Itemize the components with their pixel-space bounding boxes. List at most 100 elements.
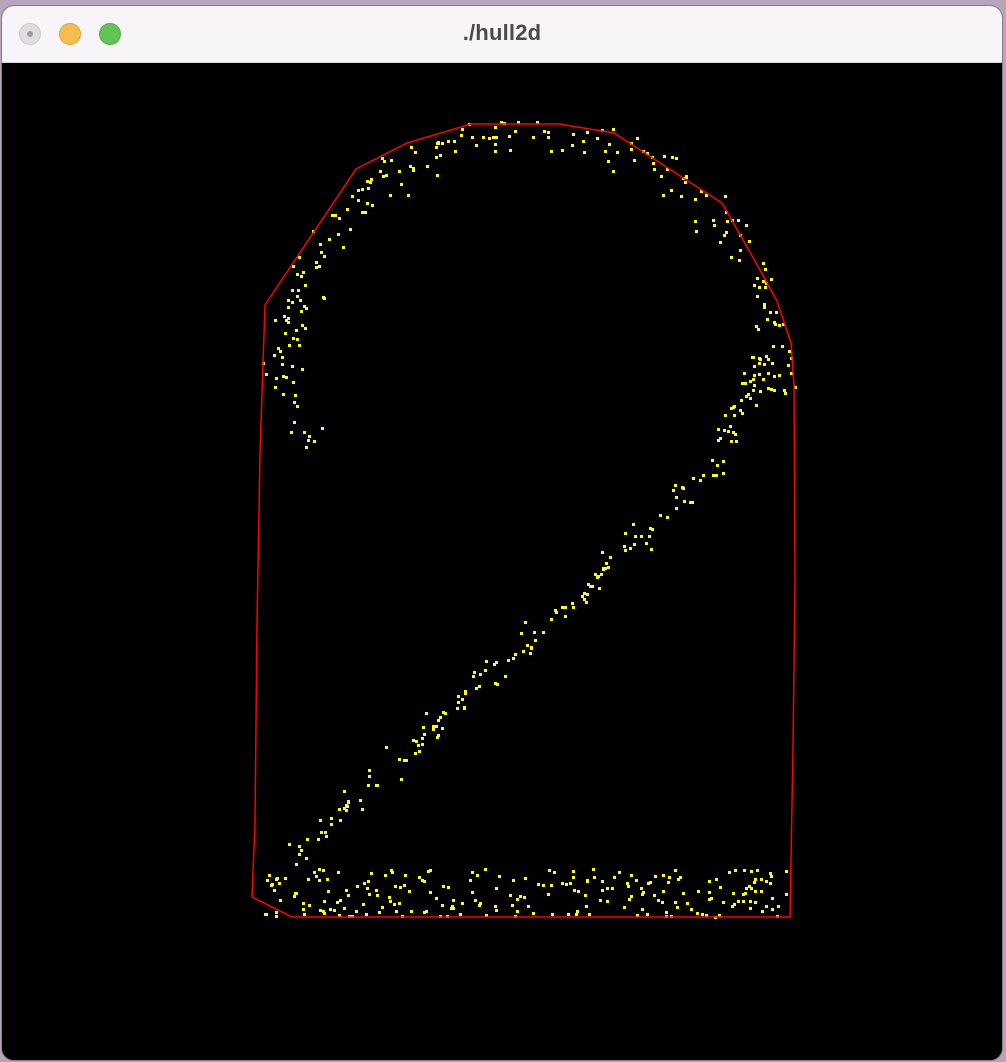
title-bar[interactable]: ./hull2d: [2, 6, 1002, 63]
data-point: [461, 698, 464, 701]
data-point: [542, 884, 545, 887]
data-point: [297, 289, 300, 292]
data-point: [607, 160, 610, 163]
data-point: [785, 893, 788, 896]
data-point: [727, 430, 730, 433]
data-point: [770, 278, 773, 281]
data-point: [650, 548, 653, 551]
data-point: [482, 136, 485, 139]
data-point: [749, 900, 752, 903]
data-point: [484, 868, 487, 871]
data-point: [436, 142, 439, 145]
data-point: [728, 871, 731, 874]
data-point: [469, 879, 472, 882]
data-point: [661, 901, 664, 904]
data-point: [602, 568, 605, 571]
data-point: [576, 910, 579, 913]
data-point: [627, 885, 630, 888]
data-point: [758, 286, 761, 289]
data-point: [508, 135, 511, 138]
data-point: [337, 871, 340, 874]
data-point: [732, 431, 735, 434]
data-point: [305, 857, 308, 860]
data-point: [765, 355, 768, 358]
data-point: [670, 189, 673, 192]
data-point: [567, 913, 570, 916]
data-point: [512, 879, 515, 882]
data-point: [295, 329, 298, 332]
data-point: [266, 879, 269, 882]
data-point: [599, 899, 602, 902]
data-point: [732, 406, 735, 409]
data-point: [715, 474, 718, 477]
data-point: [612, 170, 615, 173]
data-point: [337, 233, 340, 236]
data-point: [322, 296, 325, 299]
data-point: [583, 151, 586, 154]
data-point: [632, 523, 635, 526]
data-point: [623, 906, 626, 909]
data-point: [288, 843, 291, 846]
data-point: [672, 489, 675, 492]
data-point: [339, 899, 342, 902]
data-point: [624, 549, 627, 552]
data-point: [474, 899, 477, 902]
data-point: [400, 778, 403, 781]
data-point: [273, 354, 276, 357]
data-point: [516, 910, 519, 913]
data-point: [379, 170, 382, 173]
window-title: ./hull2d: [462, 20, 542, 45]
data-point: [410, 910, 413, 913]
data-point: [675, 157, 678, 160]
data-point: [318, 868, 321, 871]
data-point: [294, 394, 297, 397]
data-point: [592, 868, 595, 871]
data-point: [512, 657, 515, 660]
data-point: [441, 727, 444, 730]
data-point: [724, 414, 727, 417]
data-point: [281, 363, 284, 366]
data-point: [370, 872, 373, 875]
data-point: [313, 871, 316, 874]
data-point: [381, 906, 384, 909]
data-point: [765, 905, 768, 908]
data-point: [722, 472, 725, 475]
data-point: [640, 887, 643, 890]
data-point: [366, 180, 369, 183]
data-point: [485, 660, 488, 663]
data-point: [770, 875, 773, 878]
data-point: [394, 885, 397, 888]
data-point: [495, 136, 498, 139]
data-point: [296, 295, 299, 298]
data-point: [284, 332, 287, 335]
data-point: [355, 910, 358, 913]
data-point: [717, 428, 720, 431]
data-point: [719, 241, 722, 244]
data-point: [572, 876, 575, 879]
data-point: [376, 784, 379, 787]
data-point: [278, 882, 281, 885]
drawing-canvas[interactable]: [2, 63, 1002, 1060]
data-point: [398, 170, 401, 173]
data-point: [723, 234, 726, 237]
data-point: [319, 243, 322, 246]
data-point: [775, 311, 778, 314]
data-point: [270, 884, 273, 887]
data-point: [479, 673, 482, 676]
data-point: [676, 906, 679, 909]
data-point: [417, 744, 420, 747]
data-point: [365, 913, 368, 916]
data-point: [345, 804, 348, 807]
data-point: [398, 758, 401, 761]
data-point: [461, 128, 464, 131]
data-point: [679, 876, 682, 879]
data-point: [329, 908, 332, 911]
data-point: [660, 175, 663, 178]
data-point: [346, 208, 349, 211]
data-point: [334, 214, 337, 217]
data-point: [296, 405, 299, 408]
data-point: [586, 879, 589, 882]
data-point: [526, 644, 529, 647]
app-window: ./hull2d: [2, 6, 1002, 1060]
data-point: [573, 889, 576, 892]
